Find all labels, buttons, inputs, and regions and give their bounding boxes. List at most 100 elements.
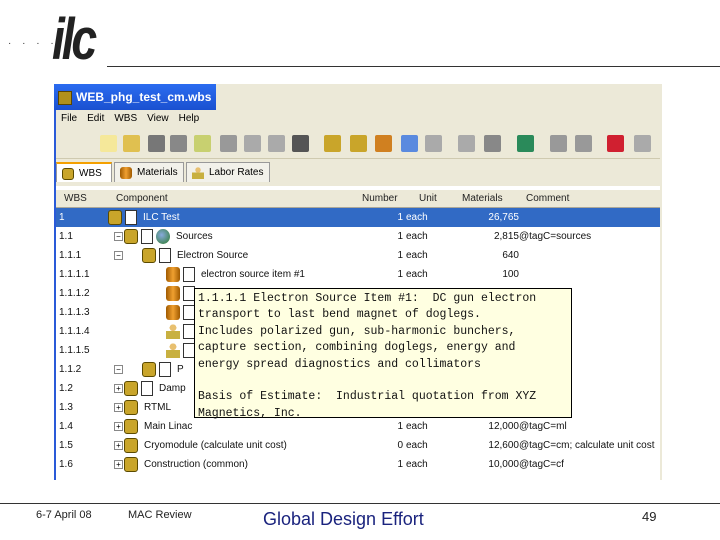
wbs-code: 1.4 [59,421,73,432]
component-name: ILC Test [143,212,180,223]
insert-wbs-icon[interactable] [350,135,367,152]
move-down-icon[interactable] [575,135,592,152]
unit-value: each [406,250,428,261]
chart-icon[interactable] [517,135,534,152]
wbs-code: 1.6 [59,459,73,470]
expand-icon[interactable]: + [114,403,123,412]
new-icon[interactable] [100,135,117,152]
labor-icon [166,324,180,339]
menu-file[interactable]: File [61,113,77,124]
document-icon [183,267,195,282]
footer-rule [0,503,720,504]
paste-icon[interactable] [268,135,285,152]
save-as-icon[interactable] [170,135,187,152]
collapse-icon[interactable]: − [114,232,123,241]
app-icon [58,91,72,105]
stop-icon[interactable] [634,135,651,152]
menu-wbs[interactable]: WBS [114,113,137,124]
table-row[interactable]: 1.4 + Main Linac 1 each 12,000 @tagC=ml [56,417,660,436]
wbs-code: 1.1.1.1 [59,269,90,280]
menu-view[interactable]: View [147,113,169,124]
table-row[interactable]: 1.1 − Sources 1 each 2,815 @tagC=sources [56,227,660,246]
flag-icon[interactable] [607,135,624,152]
collapse-icon[interactable]: − [114,251,123,260]
tab-labor-rates[interactable]: Labor Rates [186,162,270,182]
menu-bar: File Edit WBS View Help [56,110,660,128]
tab-label: Materials [137,167,178,178]
expand-icon[interactable]: + [114,441,123,450]
col-materials[interactable]: Materials [462,190,503,207]
person-icon [192,167,204,179]
print-icon[interactable] [194,135,211,152]
menu-help[interactable]: Help [179,113,200,124]
table-row[interactable]: 1 ILC Test 1 each 26,765 [56,208,660,227]
comment-value: @tagC=sources [519,231,592,242]
document-icon [141,229,153,244]
unit-value: each [406,212,428,223]
cut-icon[interactable] [220,135,237,152]
table-icon[interactable] [458,135,475,152]
move-up-icon[interactable] [550,135,567,152]
col-comment[interactable]: Comment [526,190,569,207]
comment-value: @tagC=cf [519,459,564,470]
unit-value: each [406,231,428,242]
ilc-logo: ilc [52,7,97,72]
expand-icon[interactable]: + [114,422,123,431]
add-labor-icon[interactable] [401,135,418,152]
wbs-cube-icon [124,381,138,396]
component-name: Electron Source [177,250,249,261]
materials-value: 10,000 [488,459,519,470]
toolbar [56,130,660,159]
add-column-icon[interactable] [425,135,442,152]
open-icon[interactable] [123,135,140,152]
table-row[interactable]: 1.1.1.1 electron source item #1 1 each 100 [56,265,660,284]
tooltip: 1.1.1.1 Electron Source Item #1: DC gun … [194,288,572,420]
collapse-icon[interactable]: − [114,365,123,374]
wbs-cube-icon [124,457,138,472]
tab-materials[interactable]: Materials [114,162,184,182]
expand-icon[interactable]: + [114,384,123,393]
expand-icon[interactable]: + [114,460,123,469]
wbs-code: 1.5 [59,440,73,451]
wbs-code: 1.1.1.2 [59,288,90,299]
delete-icon[interactable] [484,135,501,152]
materials-value: 12,600 [488,440,519,451]
wbs-code: 1.1.1.3 [59,307,90,318]
labor-icon [166,343,180,358]
wbs-cube-icon [124,438,138,453]
component-name: Sources [176,231,213,242]
table-row[interactable]: 1.6 + Construction (common) 1 each 10,000 @tag… [56,455,660,474]
save-icon[interactable] [148,135,165,152]
comment-value: @tagC=ml [519,421,567,432]
wbs-code: 1 [59,212,65,223]
tab-label: WBS [79,168,102,179]
col-unit[interactable]: Unit [419,190,437,207]
copy-icon[interactable] [244,135,261,152]
wbs-cube-icon [124,229,138,244]
wbs-cube-icon [124,419,138,434]
tab-label: Labor Rates [209,167,264,178]
component-name: Damp [159,383,186,394]
table-row[interactable]: 1.5 + Cryomodule (calculate unit cost) 0 eac… [56,436,660,455]
header-rule [107,66,720,67]
col-wbs[interactable]: WBS [64,190,87,207]
number-value: 1 [397,212,403,223]
wbs-cube-icon [142,248,156,263]
wbs-code: 1.2 [59,383,73,394]
unit-value: each [406,440,428,451]
tab-wbs[interactable]: WBS [56,162,112,182]
find-icon[interactable] [292,135,309,152]
footer-event: MAC Review [128,509,192,521]
table-row[interactable]: 1.1.1 − Electron Source 1 each 640 [56,246,660,265]
material-icon [166,286,180,301]
component-name: Main Linac [144,421,193,432]
wbs-code: 1.3 [59,402,73,413]
number-value: 1 [397,421,403,432]
col-component[interactable]: Component [116,190,168,207]
menu-edit[interactable]: Edit [87,113,104,124]
add-wbs-icon[interactable] [324,135,341,152]
unit-value: each [406,459,428,470]
add-material-icon[interactable] [375,135,392,152]
component-name: electron source item #1 [201,269,305,280]
col-number[interactable]: Number [362,190,398,207]
